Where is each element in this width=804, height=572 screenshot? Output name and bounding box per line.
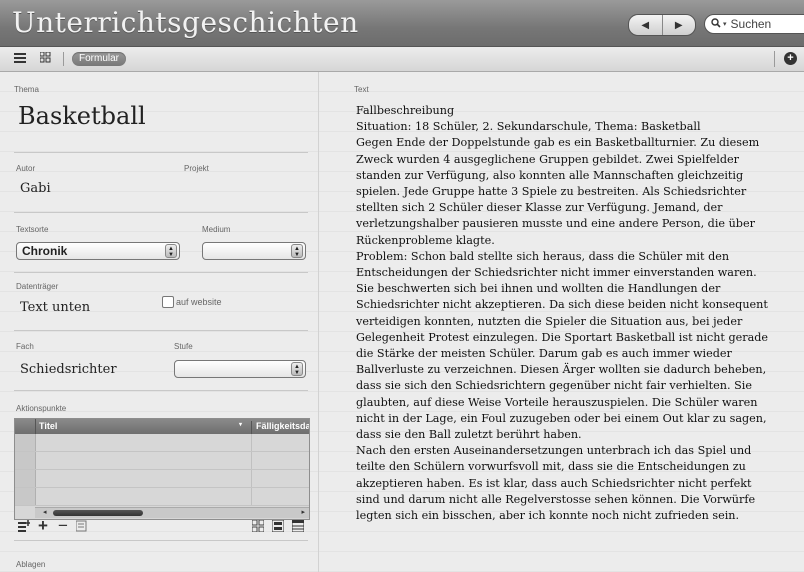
- aktionspunkte-label: Aktionspunkte: [16, 404, 67, 413]
- section-divider: [14, 330, 308, 331]
- grid-view-icon[interactable]: [39, 51, 51, 66]
- table-header: Titel ▾ Fälligkeitsdatum: [15, 419, 309, 434]
- forward-button[interactable]: ▶: [661, 15, 696, 35]
- toolbar-divider-right: [774, 51, 775, 67]
- nav-buttons: ◀ ▶: [628, 14, 696, 36]
- table-row[interactable]: [15, 452, 309, 470]
- medium-select[interactable]: ▲ ▼: [202, 242, 306, 260]
- textsorte-select[interactable]: Chronik ▲ ▼: [16, 242, 180, 260]
- toolbar-divider: [63, 52, 64, 66]
- table-horizontal-scrollbar[interactable]: ◂ ▸: [35, 507, 309, 518]
- popup-stepper-icon: ▲ ▼: [291, 244, 303, 258]
- table-grid-view-icon[interactable]: [251, 519, 265, 535]
- section-divider: [14, 540, 308, 541]
- window-titlebar: Unterrichtsgeschichten ◀ ▶ ▾: [0, 0, 804, 47]
- section-divider: [14, 152, 308, 153]
- datentraeger-label: Datenträger: [16, 282, 59, 291]
- toolbar: Formular +: [0, 47, 804, 72]
- insert-row-icon[interactable]: [18, 520, 30, 535]
- search-options-chevron-icon[interactable]: ▾: [723, 20, 727, 28]
- thema-label: Thema: [14, 85, 39, 94]
- text-paragraph: Gegen Ende der Doppelstunde gab es ein B…: [356, 136, 760, 247]
- add-record-icon[interactable]: +: [784, 52, 797, 65]
- aktionspunkte-table[interactable]: Titel ▾ Fälligkeitsdatum ◂ ▸: [14, 418, 310, 520]
- ablagen-label: Ablagen: [16, 560, 46, 569]
- search-field[interactable]: ▾: [704, 14, 804, 34]
- section-divider: [14, 272, 308, 273]
- column-header-titel[interactable]: Titel: [39, 421, 57, 431]
- text-body[interactable]: Fallbeschreibung Situation: 18 Schüler, …: [356, 103, 776, 524]
- medium-label: Medium: [202, 225, 231, 234]
- section-divider: [14, 390, 308, 391]
- textsorte-label: Textsorte: [16, 225, 49, 234]
- scroll-right-arrow-icon[interactable]: ▸: [301, 508, 305, 516]
- sort-chevron-icon: ▾: [239, 422, 243, 428]
- table-list-view-icon[interactable]: [291, 519, 305, 535]
- formular-view-button[interactable]: Formular: [72, 52, 127, 66]
- text-paragraph: Fallbeschreibung: [356, 104, 455, 117]
- table-row[interactable]: [15, 470, 309, 488]
- stufe-label: Stufe: [174, 342, 193, 351]
- website-checkbox[interactable]: [162, 296, 174, 308]
- scroll-left-arrow-icon[interactable]: ◂: [43, 508, 47, 516]
- section-divider: [14, 212, 308, 213]
- projekt-label: Projekt: [184, 164, 209, 173]
- back-button[interactable]: ◀: [629, 15, 662, 35]
- fach-value[interactable]: Schiedsrichter: [20, 362, 117, 377]
- thema-value[interactable]: Basketball: [18, 102, 146, 130]
- edit-rows-icon[interactable]: [75, 520, 89, 535]
- autor-label: Autor: [16, 164, 36, 173]
- search-input[interactable]: [730, 17, 801, 31]
- text-paragraph: Situation: 18 Schüler, 2. Sekundarschule…: [356, 120, 701, 134]
- remove-row-icon[interactable]: −: [58, 516, 68, 536]
- textsorte-selected-value: Chronik: [22, 244, 68, 258]
- forward-arrow-icon: ▶: [674, 19, 683, 31]
- list-view-icon[interactable]: [14, 52, 26, 66]
- table-row[interactable]: [15, 434, 309, 452]
- add-row-icon[interactable]: +: [38, 516, 48, 536]
- popup-stepper-icon: ▲ ▼: [291, 362, 303, 376]
- column-divider: [318, 72, 319, 572]
- text-paragraph: Nach den ersten Auseinandersetzungen unt…: [356, 444, 756, 523]
- text-label: Text: [354, 85, 369, 94]
- autor-value[interactable]: Gabi: [20, 181, 51, 196]
- text-paragraph: Problem: Schon bald stellte sich heraus,…: [356, 249, 769, 442]
- table-header-blank: [15, 419, 36, 434]
- table-row[interactable]: [15, 488, 309, 506]
- table-form-view-icon[interactable]: [271, 519, 285, 535]
- datentraeger-value[interactable]: Text unten: [20, 300, 90, 315]
- search-icon: [711, 17, 721, 31]
- column-header-faelligkeit[interactable]: Fälligkeitsdatum: [251, 421, 309, 434]
- website-checkbox-label: auf website: [176, 297, 222, 307]
- stufe-select[interactable]: ▲ ▼: [174, 360, 306, 378]
- back-arrow-icon: ◀: [641, 19, 650, 31]
- fach-label: Fach: [16, 342, 34, 351]
- app-title: Unterrichtsgeschichten: [12, 6, 359, 39]
- popup-stepper-icon: ▲ ▼: [165, 244, 177, 258]
